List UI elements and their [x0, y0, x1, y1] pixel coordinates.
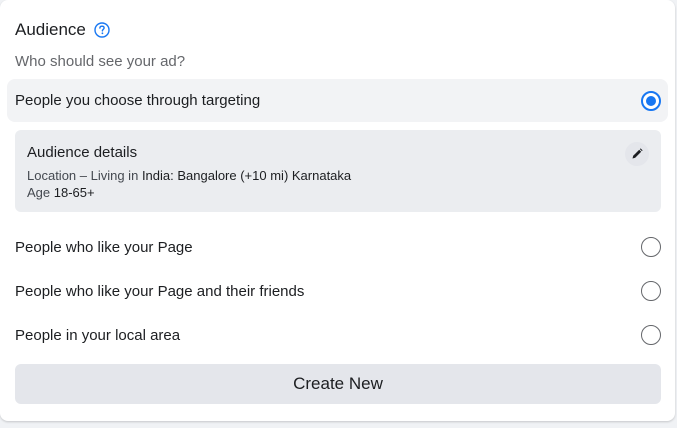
- option-page-likers-radio[interactable]: [641, 237, 661, 257]
- audience-age-line: Age 18-65+: [27, 185, 95, 200]
- audience-title: Audience: [15, 20, 86, 39]
- audience-details-title: Audience details: [27, 144, 138, 161]
- audience-card: Audience Who should see your ad? People …: [0, 0, 675, 421]
- option-page-likers-friends-label: People who like your Page and their frie…: [15, 283, 305, 300]
- audience-details-panel: Audience details Location – Living in In…: [15, 130, 661, 212]
- age-label: Age: [27, 185, 51, 200]
- option-local-area-label: People in your local area: [15, 327, 181, 344]
- option-page-likers-label: People who like your Page: [15, 239, 193, 256]
- edit-audience-button[interactable]: [625, 142, 649, 166]
- pencil-icon: [631, 148, 643, 160]
- option-page-likers-friends-radio[interactable]: [641, 281, 661, 301]
- question-circle-icon[interactable]: [94, 22, 110, 38]
- audience-subtitle: Who should see your ad?: [15, 53, 186, 70]
- audience-location-line: Location – Living in India: Bangalore (+…: [27, 168, 351, 183]
- create-new-button[interactable]: Create New: [15, 364, 661, 404]
- audience-header: Audience: [15, 20, 110, 40]
- option-targeting-label: People you choose through targeting: [15, 92, 261, 109]
- age-value: 18-65+: [53, 185, 95, 200]
- location-value: India: Bangalore (+10 mi) Karnataka: [141, 168, 352, 183]
- option-local-area-radio[interactable]: [641, 325, 661, 345]
- option-targeting-radio[interactable]: [641, 91, 661, 111]
- location-label: Location – Living in: [27, 168, 139, 183]
